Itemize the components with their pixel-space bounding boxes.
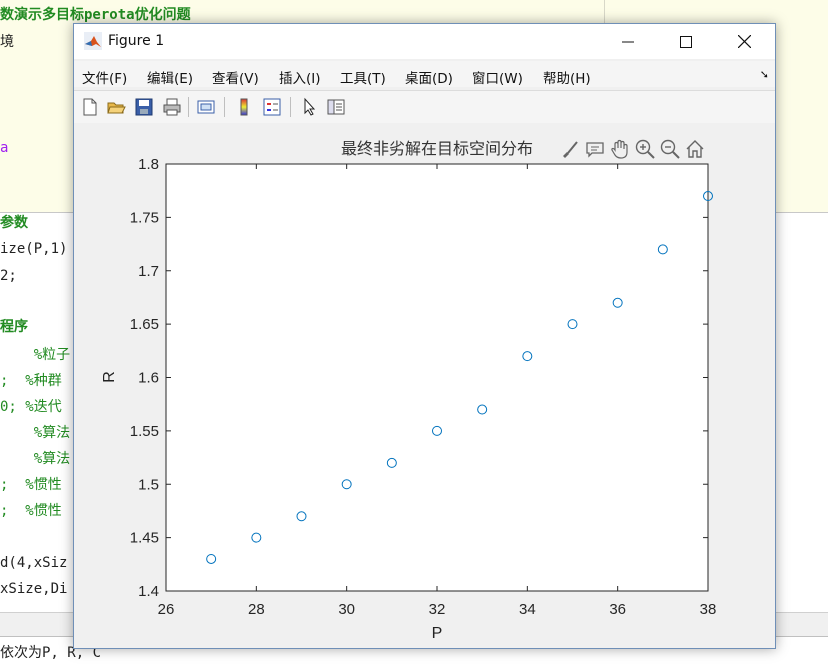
code-line: %算法 xyxy=(0,425,71,441)
code-line: 参数 xyxy=(0,215,28,231)
code-line: 程序 xyxy=(0,319,28,335)
home-icon[interactable] xyxy=(684,138,706,160)
colorbar-icon[interactable] xyxy=(234,97,254,117)
menu-view[interactable]: 查看(V) xyxy=(212,67,259,87)
code-line: ; %种群 xyxy=(0,373,62,389)
code-line: d(4,xSiz xyxy=(0,555,68,571)
code-line: %算法 xyxy=(0,451,71,467)
menu-insert[interactable]: 插入(I) xyxy=(279,67,321,87)
zoom-out-icon[interactable] xyxy=(659,138,681,160)
close-button[interactable] xyxy=(716,24,772,59)
code-line: a xyxy=(0,140,9,156)
menu-file[interactable]: 文件(F) xyxy=(82,67,127,87)
link-plot-icon[interactable] xyxy=(196,97,216,117)
code-line: 数演示多目标perota优化问题 xyxy=(0,7,191,23)
menu-bar: 文件(F) 编辑(E) 查看(V) 插入(I) 工具(T) 桌面(D) 窗口(W… xyxy=(74,61,775,87)
toolbar-separator xyxy=(290,97,291,117)
figure-window: Figure 1 文件(F) 编辑(E) 查看(V) 插入(I) 工具(T) 桌… xyxy=(73,23,776,649)
close-icon xyxy=(737,35,751,48)
code-line: 2; xyxy=(0,268,17,284)
brush-icon[interactable] xyxy=(559,138,581,160)
print-icon[interactable] xyxy=(162,97,182,117)
menu-window[interactable]: 窗口(W) xyxy=(472,67,523,87)
property-inspector-icon[interactable] xyxy=(326,97,346,117)
code-line: xSize,Di xyxy=(0,581,68,597)
open-file-icon[interactable] xyxy=(106,97,126,117)
code-line: 0; %迭代 xyxy=(0,399,62,415)
pointer-icon[interactable] xyxy=(300,97,320,117)
window-title: Figure 1 xyxy=(108,33,165,49)
window-titlebar[interactable]: Figure 1 xyxy=(74,24,775,59)
toolbar-separator xyxy=(188,97,189,117)
minimize-icon xyxy=(622,41,634,42)
minimize-button[interactable] xyxy=(600,24,656,59)
menu-help[interactable]: 帮助(H) xyxy=(543,67,591,87)
save-icon[interactable] xyxy=(134,97,154,117)
code-line: ; %惯性 xyxy=(0,477,62,493)
matlab-icon xyxy=(84,32,102,50)
code-line: 境 xyxy=(0,34,14,50)
dock-arrow-icon[interactable]: ➘ xyxy=(760,68,769,81)
pan-hand-icon[interactable] xyxy=(609,138,631,160)
datatip-icon[interactable] xyxy=(584,138,606,160)
figure-toolbar xyxy=(74,90,775,124)
new-figure-icon[interactable] xyxy=(80,97,100,117)
toolbar-separator xyxy=(224,97,225,117)
maximize-icon xyxy=(680,35,692,48)
code-line: ize(P,1) xyxy=(0,241,68,257)
plot-panel xyxy=(74,123,775,648)
maximize-button[interactable] xyxy=(658,24,714,59)
menu-tools[interactable]: 工具(T) xyxy=(340,67,386,87)
menu-desktop[interactable]: 桌面(D) xyxy=(405,67,453,87)
code-line: ; %惯性 xyxy=(0,503,62,519)
code-line: %粒子 xyxy=(0,347,71,363)
zoom-in-icon[interactable] xyxy=(634,138,656,160)
menu-edit[interactable]: 编辑(E) xyxy=(147,67,193,87)
legend-icon[interactable] xyxy=(262,97,282,117)
